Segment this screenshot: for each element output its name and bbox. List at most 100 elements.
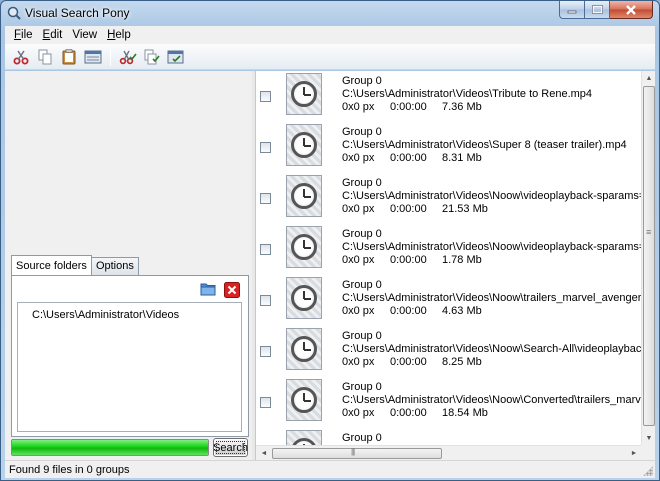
result-checkbox[interactable] — [260, 397, 271, 408]
result-duration: 0:00:00 — [390, 305, 427, 317]
result-checkbox[interactable] — [260, 91, 271, 102]
close-icon — [626, 4, 636, 15]
left-pane: Source folders Options C:\Users\Administ… — [5, 71, 252, 460]
result-dimensions: 0x0 px — [342, 152, 375, 164]
result-row[interactable]: Group 0 C:\Users\Administrator\Videos\Sup… — [256, 122, 642, 173]
result-group: Group 0 — [342, 177, 382, 189]
result-row[interactable]: Group 0 C:\Users\Administrator\Videos\Noo… — [256, 275, 642, 326]
menu-help[interactable]: Help — [102, 29, 136, 41]
progress-fill — [12, 440, 208, 455]
clock-icon — [291, 132, 317, 158]
select-all-icon — [84, 50, 101, 63]
maximize-button[interactable] — [585, 1, 610, 19]
clock-icon — [291, 183, 317, 209]
menu-file[interactable]: File — [9, 29, 38, 41]
result-group: Group 0 — [342, 228, 382, 240]
video-thumbnail[interactable] — [286, 226, 322, 268]
scroll-corner — [641, 445, 655, 460]
result-meta: 0x0 px 0:00:00 7.36 Mb — [342, 101, 642, 114]
result-size: 18.54 Mb — [442, 407, 488, 419]
video-thumbnail[interactable] — [286, 379, 322, 421]
video-thumbnail[interactable] — [286, 124, 322, 166]
result-path: C:\Users\Administrator\Videos\Noow\trail… — [342, 292, 642, 304]
cut-checked-button[interactable] — [116, 46, 139, 68]
result-size: 7.36 Mb — [442, 101, 482, 113]
result-duration: 0:00:00 — [390, 152, 427, 164]
result-info: Group 0 C:\Users\Administrator\Videos\Sup… — [342, 126, 642, 165]
result-checkbox[interactable] — [260, 295, 271, 306]
minimize-button[interactable] — [559, 1, 585, 19]
folder-list[interactable]: C:\Users\Administrator\Videos — [17, 302, 242, 432]
result-dimensions: 0x0 px — [342, 356, 375, 368]
client-area: Source folders Options C:\Users\Administ… — [5, 71, 655, 460]
select-all-button[interactable] — [81, 46, 104, 68]
result-group: Group 0 — [342, 126, 382, 138]
horizontal-scrollbar[interactable]: ◄ ► — [256, 445, 642, 460]
tab-source-folders[interactable]: Source folders — [11, 255, 92, 275]
window-title: Visual Search Pony — [25, 6, 130, 20]
add-folder-icon[interactable] — [200, 282, 216, 296]
result-checkbox[interactable] — [260, 244, 271, 255]
clock-icon — [291, 81, 317, 107]
result-path: C:\Users\Administrator\Videos\Noow\Searc… — [342, 343, 642, 355]
copy-icon — [38, 49, 51, 64]
folder-list-item[interactable]: C:\Users\Administrator\Videos — [32, 309, 179, 321]
results-list[interactable]: Group 0 C:\Users\Administrator\Videos\Tri… — [256, 71, 642, 445]
paste-button[interactable] — [57, 46, 80, 68]
cut-button[interactable] — [9, 46, 32, 68]
clock-icon — [291, 336, 317, 362]
result-row[interactable]: Group 0 C:\Users\Administrator\Videos\Noo… — [256, 377, 642, 428]
vertical-scrollbar[interactable]: ▲ ▼ — [641, 71, 655, 445]
result-row[interactable]: Group 0 — [256, 428, 642, 445]
result-row[interactable]: Group 0 C:\Users\Administrator\Videos\Noo… — [256, 224, 642, 275]
result-size: 1.78 Mb — [442, 254, 482, 266]
remove-folder-icon[interactable] — [224, 282, 240, 298]
title-bar[interactable]: Visual Search Pony — [1, 1, 659, 25]
result-size: 4.63 Mb — [442, 305, 482, 317]
resize-grip-icon[interactable] — [643, 466, 653, 476]
scroll-right-icon[interactable]: ► — [627, 446, 641, 460]
select-checked-icon — [167, 50, 183, 63]
video-thumbnail[interactable] — [286, 175, 322, 217]
result-size: 8.25 Mb — [442, 356, 482, 368]
copy-button[interactable] — [33, 46, 56, 68]
menu-edit[interactable]: Edit — [38, 29, 68, 41]
result-dimensions: 0x0 px — [342, 305, 375, 317]
result-meta: 0x0 px 0:00:00 18.54 Mb — [342, 407, 642, 420]
video-thumbnail[interactable] — [286, 328, 322, 370]
maximize-icon — [591, 5, 603, 14]
video-thumbnail[interactable] — [286, 277, 322, 319]
close-button[interactable] — [610, 1, 653, 19]
result-dimensions: 0x0 px — [342, 203, 375, 215]
result-duration: 0:00:00 — [390, 101, 427, 113]
clock-icon — [291, 438, 317, 445]
cut-checked-icon — [119, 50, 137, 64]
result-row[interactable]: Group 0 C:\Users\Administrator\Videos\Tri… — [256, 71, 642, 122]
copy-checked-button[interactable] — [140, 46, 163, 68]
status-bar: Found 9 files in 0 groups — [5, 460, 655, 478]
video-thumbnail[interactable] — [286, 430, 322, 445]
result-checkbox[interactable] — [260, 193, 271, 204]
scroll-left-icon[interactable]: ◄ — [257, 446, 271, 460]
result-group: Group 0 — [342, 279, 382, 291]
result-path: C:\Users\Administrator\Videos\Tribute to… — [342, 88, 593, 100]
toolbar — [5, 44, 655, 70]
result-info: Group 0 C:\Users\Administrator\Videos\Tri… — [342, 75, 642, 114]
tab-options[interactable]: Options — [90, 257, 139, 275]
result-row[interactable]: Group 0 C:\Users\Administrator\Videos\Noo… — [256, 173, 642, 224]
scroll-up-icon[interactable]: ▲ — [642, 71, 655, 85]
search-button[interactable]: Search — [213, 438, 248, 457]
result-checkbox[interactable] — [260, 346, 271, 357]
result-row[interactable]: Group 0 C:\Users\Administrator\Videos\Noo… — [256, 326, 642, 377]
results-pane: Group 0 C:\Users\Administrator\Videos\Tri… — [255, 71, 655, 460]
horizontal-scroll-thumb[interactable] — [272, 447, 442, 459]
vertical-scroll-thumb[interactable] — [643, 86, 655, 426]
select-checked-button[interactable] — [164, 46, 187, 68]
source-folders-panel: C:\Users\Administrator\Videos — [11, 275, 249, 437]
menu-view[interactable]: View — [67, 29, 102, 41]
scroll-down-icon[interactable]: ▼ — [642, 431, 655, 445]
status-text: Found 9 files in 0 groups — [9, 463, 130, 476]
video-thumbnail[interactable] — [286, 73, 322, 115]
result-info: Group 0 — [342, 432, 642, 445]
result-checkbox[interactable] — [260, 142, 271, 153]
